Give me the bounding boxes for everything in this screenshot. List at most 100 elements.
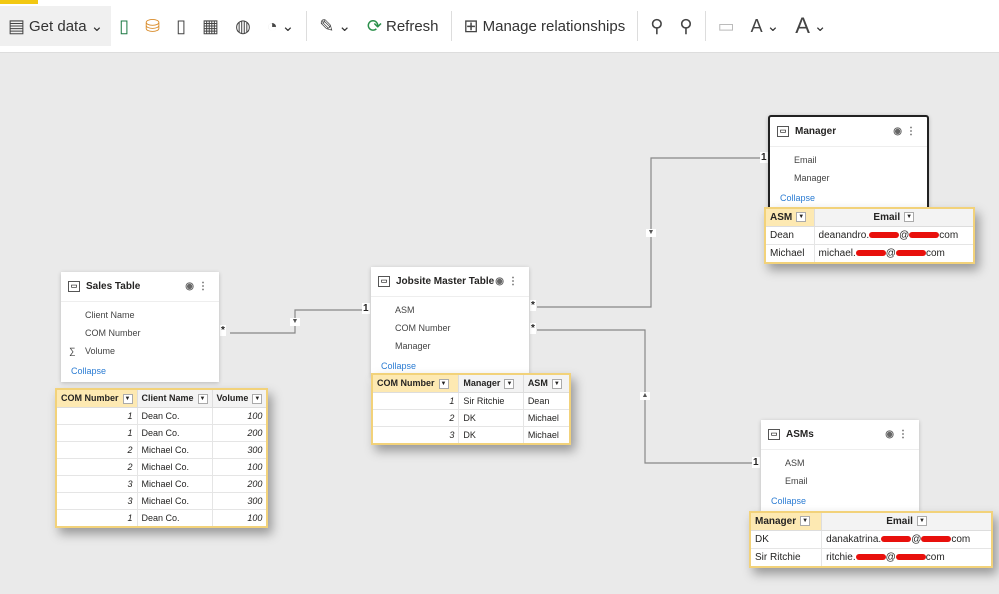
filter-dropdown-icon[interactable]: ▼: [197, 393, 208, 404]
cube-icon: ◍: [235, 15, 251, 36]
filter-direction-icon: ▼: [646, 229, 656, 237]
table-cell: Michael: [764, 244, 815, 264]
header-row: ASM ▼ Email ▼: [764, 207, 975, 227]
table-icon: ▭: [768, 429, 780, 440]
enter-data-button[interactable]: ▦: [194, 6, 227, 46]
one-marker: 1: [752, 457, 760, 468]
table-row: 2 DK Michael: [371, 408, 571, 427]
get-data-button[interactable]: ▤ Get data ⌄: [0, 6, 112, 46]
redaction-mark: [895, 250, 926, 257]
table-row: 1 Dean Co. 200: [55, 423, 268, 442]
sql-server-button[interactable]: ⛁: [137, 6, 168, 46]
field-item[interactable]: ∑ Volume: [61, 342, 219, 360]
filter-dropdown-icon[interactable]: ▼: [122, 393, 133, 404]
table-row: 2 Michael Co. 100: [55, 457, 268, 476]
database-file-icon: ▯: [176, 15, 187, 36]
field-item[interactable]: ASM: [761, 454, 919, 472]
card-title: ASMs: [786, 429, 814, 440]
table-row: 3 Michael Co. 300: [55, 491, 268, 510]
filter-dropdown-icon[interactable]: ▼: [800, 516, 811, 527]
language-button[interactable]: A ⌄: [743, 6, 788, 46]
table-cell: Dean Co.: [136, 508, 213, 528]
email-prefix: michael.: [818, 248, 856, 259]
field-label: Email: [794, 155, 817, 165]
field-item[interactable]: Email: [761, 472, 919, 490]
dataverse-button[interactable]: ▯: [168, 6, 194, 46]
collapse-link[interactable]: Collapse: [61, 360, 219, 382]
table-icon: ▭: [777, 126, 789, 137]
manage-relationships-button[interactable]: ⊞ Manage relationships: [456, 6, 634, 46]
edit-table-icon: ✎: [319, 15, 335, 36]
filter-dropdown-icon[interactable]: ▼: [252, 393, 263, 404]
one-marker: 1: [760, 152, 768, 163]
divider: [450, 11, 452, 41]
filter-dropdown-icon[interactable]: ▼: [438, 378, 449, 389]
asms-table-preview: Manager ▼ Email ▼ DK danakatrina. @ com Sir Ritc…: [749, 511, 993, 568]
recent-sources-button[interactable]: ◔ ⌄: [259, 6, 302, 46]
table-cell: Dean Co.: [136, 406, 213, 425]
table-cell: 1: [55, 406, 138, 425]
model-canvas[interactable]: * 1 * * 1 1 ▼ ▼ ▲ ▭ Sales Table ◉ ⋮ Client N…: [4, 53, 999, 594]
jobsite-master-table-card[interactable]: ▭ Jobsite Master Table ◉ ⋮ ASM COM Number Mana…: [371, 267, 529, 377]
field-item[interactable]: Client Name: [61, 306, 219, 324]
field-item[interactable]: Manager: [371, 337, 529, 355]
view-as-button[interactable]: ⚲: [671, 6, 700, 46]
many-marker: *: [530, 300, 536, 311]
table-cell: 2: [371, 408, 460, 427]
card-title: Sales Table: [86, 281, 141, 292]
field-item[interactable]: COM Number: [371, 319, 529, 337]
field-item[interactable]: Email: [770, 151, 927, 169]
table-cell: 100: [211, 508, 268, 528]
column-header-label: ASM: [770, 212, 793, 223]
table-cell: 1: [371, 391, 460, 410]
table-cell: Dean: [764, 226, 815, 245]
qa-button[interactable]: ▭: [710, 6, 743, 46]
field-label: Manager: [794, 173, 830, 183]
dataverse-cube-button[interactable]: ◍: [227, 6, 259, 46]
column-header: Volume ▼: [211, 388, 268, 408]
many-marker: *: [220, 325, 226, 336]
manage-roles-button[interactable]: ⚲: [642, 6, 671, 46]
column-header-label: Manager: [755, 516, 797, 527]
table-cell: DK: [458, 408, 524, 427]
active-tab-indicator: [0, 0, 38, 4]
filter-dropdown-icon[interactable]: ▼: [904, 212, 915, 223]
redaction-mark: [855, 554, 886, 561]
table-row: Sir Ritchie ritchie. @ com: [749, 548, 993, 568]
visibility-icon[interactable]: ◉: [893, 126, 906, 137]
asms-table-card[interactable]: ▭ ASMs ◉ ⋮ ASM Email Collapse: [761, 420, 919, 512]
transform-data-button[interactable]: ✎ ⌄: [311, 6, 359, 46]
visibility-icon[interactable]: ◉: [885, 429, 898, 440]
table-cell: Michael Co.: [136, 440, 213, 459]
card-title: Jobsite Master Table: [396, 276, 495, 287]
filter-dropdown-icon[interactable]: ▼: [796, 212, 807, 223]
field-item[interactable]: ASM: [371, 301, 529, 319]
refresh-icon: ⟳: [366, 15, 382, 36]
field-item[interactable]: Manager: [770, 169, 927, 187]
more-options-icon[interactable]: ⋮: [508, 276, 522, 287]
filter-dropdown-icon[interactable]: ▼: [504, 378, 515, 389]
field-item[interactable]: COM Number: [61, 324, 219, 342]
table-cell: 1: [55, 508, 138, 528]
visibility-icon[interactable]: ◉: [185, 281, 198, 292]
column-header: ASM ▼: [522, 373, 571, 393]
collapse-link[interactable]: Collapse: [761, 490, 919, 512]
more-options-icon[interactable]: ⋮: [198, 281, 212, 292]
email-suffix: com: [951, 534, 971, 545]
table-cell: DK: [749, 530, 823, 549]
table-cell: 100: [211, 457, 268, 476]
visibility-icon[interactable]: ◉: [495, 276, 508, 287]
filter-dropdown-icon[interactable]: ▼: [551, 378, 562, 389]
manager-table-card[interactable]: ▭ Manager ◉ ⋮ Email Manager Collapse: [768, 115, 929, 211]
collapse-link[interactable]: Collapse: [770, 187, 927, 209]
more-options-icon[interactable]: ⋮: [898, 429, 912, 440]
filter-dropdown-icon[interactable]: ▼: [916, 516, 927, 527]
column-header: Email ▼: [813, 207, 975, 227]
refresh-button[interactable]: ⟳ Refresh: [359, 6, 447, 46]
sales-table-card[interactable]: ▭ Sales Table ◉ ⋮ Client Name COM Number ∑ Volu…: [61, 272, 219, 382]
email-at: @: [885, 552, 896, 563]
field-label: ASM: [785, 458, 805, 468]
excel-button[interactable]: ▯: [111, 6, 137, 46]
more-options-icon[interactable]: ⋮: [906, 126, 920, 137]
font-button[interactable]: A ⌄: [787, 6, 834, 46]
